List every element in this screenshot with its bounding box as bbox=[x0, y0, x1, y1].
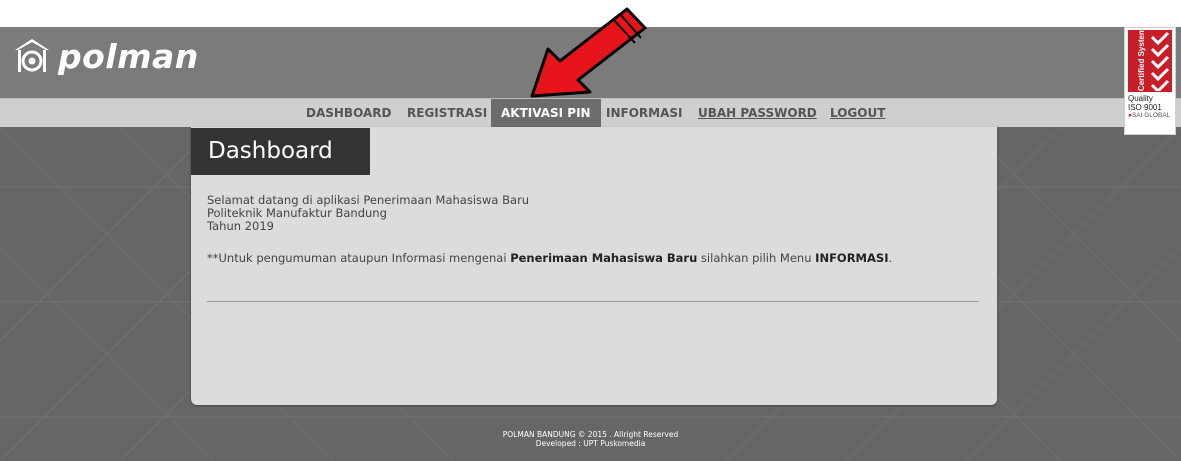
welcome-text: Selamat datang di aplikasi Penerimaan Ma… bbox=[207, 194, 987, 233]
note-bold-pmb: Penerimaan Mahasiswa Baru bbox=[510, 251, 698, 265]
note-mid: silahkan pilih Menu bbox=[697, 251, 816, 265]
divider bbox=[207, 301, 979, 302]
nav-dashboard[interactable]: DASHBOARD bbox=[306, 99, 391, 128]
year-line: Tahun 2019 bbox=[207, 219, 274, 233]
info-note: **Untuk pengumuman ataupun Informasi men… bbox=[207, 251, 987, 265]
nav-logout[interactable]: LOGOUT bbox=[830, 99, 885, 128]
logo-text: polman bbox=[58, 36, 199, 76]
nav-registrasi[interactable]: REGISTRASI bbox=[407, 99, 487, 128]
nav-ubah-password[interactable]: UBAH PASSWORD bbox=[698, 99, 817, 128]
note-suffix: . bbox=[888, 251, 893, 265]
institution-line: Politeknik Manufaktur Bandung bbox=[207, 206, 387, 220]
iso-quality: Quality bbox=[1128, 94, 1153, 103]
house-circle-icon bbox=[15, 39, 49, 72]
iso-9001: ISO 9001 bbox=[1128, 103, 1162, 112]
iso-sai-global: ●SAI GLOBAL bbox=[1128, 112, 1171, 119]
page-title: Dashboard bbox=[191, 128, 370, 175]
iso-badge-red: Certified System bbox=[1128, 27, 1172, 92]
iso-certified-text: Certified System bbox=[1137, 27, 1147, 92]
note-prefix: **Untuk pengumuman ataupun Informasi men… bbox=[207, 251, 511, 265]
annotation-arrow-icon bbox=[530, 7, 647, 98]
iso-badge: Certified System Quality ISO 9001 ●SAI G… bbox=[1124, 27, 1176, 135]
page: polman DASHBOARD REGISTRASI AKTIVASI PIN… bbox=[0, 0, 1181, 461]
footer: POLMAN BANDUNG © 2015 . Allright Reserve… bbox=[0, 430, 1181, 448]
note-bold-informasi: INFORMASI bbox=[815, 251, 889, 265]
footer-developer: Developed : UPT Puskomedia bbox=[535, 439, 646, 448]
polman-logo[interactable]: polman bbox=[12, 36, 199, 76]
check-marks-icon bbox=[1150, 31, 1170, 91]
footer-copyright: POLMAN BANDUNG © 2015 . Allright Reserve… bbox=[502, 430, 679, 439]
